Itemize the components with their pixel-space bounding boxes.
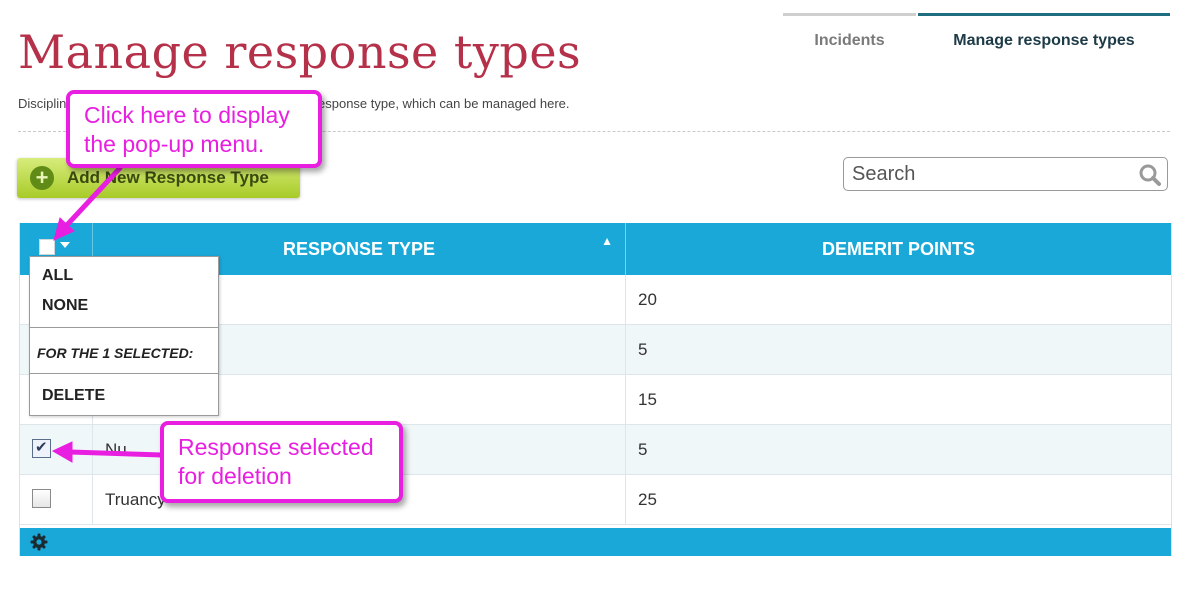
demerit-points-cell: 20 xyxy=(626,275,1171,324)
response-type-name: Nu xyxy=(105,440,127,459)
search-icon[interactable] xyxy=(1139,164,1161,186)
annotation-callout-selected: Response selected for deletion xyxy=(160,421,403,503)
column-header-response-type-label: RESPONSE TYPE xyxy=(282,238,436,259)
selection-popup-menu: ALL NONE FOR THE 1 SELECTED: DELETE xyxy=(29,256,219,416)
select-all-checkbox[interactable] xyxy=(39,239,55,255)
menu-item-select-all[interactable]: ALL xyxy=(42,267,73,285)
menu-item-select-none[interactable]: NONE xyxy=(42,297,88,315)
menu-item-delete[interactable]: DELETE xyxy=(42,387,105,405)
callout-selected-line-2: for deletion xyxy=(178,463,292,489)
top-tabs: Incidents Manage response types xyxy=(783,13,1170,63)
menu-selection-caption: FOR THE 1 SELECTED: xyxy=(37,345,194,361)
sort-asc-icon: ▲ xyxy=(601,234,613,248)
plus-circle-icon: + xyxy=(30,166,54,190)
demerit-points-cell: 5 xyxy=(626,325,1171,374)
chevron-down-icon[interactable] xyxy=(60,242,70,248)
menu-divider xyxy=(30,373,218,374)
row-checkbox[interactable] xyxy=(32,489,51,508)
demerit-points-value: 15 xyxy=(638,390,657,409)
menu-divider xyxy=(30,327,218,328)
tab-manage-response-types[interactable]: Manage response types xyxy=(918,13,1170,66)
row-select-cell xyxy=(20,425,93,474)
page-description-start: Disciplin xyxy=(18,96,67,111)
page-description-end: esponse type, which can be managed here. xyxy=(318,96,570,111)
callout-selected-line-1: Response selected xyxy=(178,434,374,460)
callout-popup-line-2: the pop-up menu. xyxy=(84,131,265,157)
tab-incidents[interactable]: Incidents xyxy=(783,13,916,66)
grid-footer xyxy=(20,528,1171,556)
demerit-points-value: 20 xyxy=(638,290,657,309)
demerit-points-value: 5 xyxy=(638,340,648,359)
column-header-demerit-points[interactable]: DEMERIT POINTS xyxy=(626,223,1171,275)
search-input[interactable] xyxy=(852,162,1132,186)
add-response-type-label: Add New Response Type xyxy=(67,168,269,187)
column-header-demerit-points-label: DEMERIT POINTS xyxy=(821,238,975,259)
callout-popup-line-1: Click here to display xyxy=(84,102,290,128)
row-select-cell xyxy=(20,475,93,524)
page-title: Manage response types xyxy=(18,25,582,79)
search-box xyxy=(843,157,1168,191)
row-checkbox-checked[interactable] xyxy=(32,438,51,458)
demerit-points-cell: 5 xyxy=(626,425,1171,474)
annotation-callout-popup: Click here to display the pop-up menu. xyxy=(66,90,322,168)
gear-icon[interactable] xyxy=(30,533,48,551)
demerit-points-value: 25 xyxy=(638,490,657,509)
response-type-name: Truancy xyxy=(105,490,166,509)
demerit-points-cell: 15 xyxy=(626,375,1171,424)
demerit-points-cell: 25 xyxy=(626,475,1171,524)
demerit-points-value: 5 xyxy=(638,440,648,459)
